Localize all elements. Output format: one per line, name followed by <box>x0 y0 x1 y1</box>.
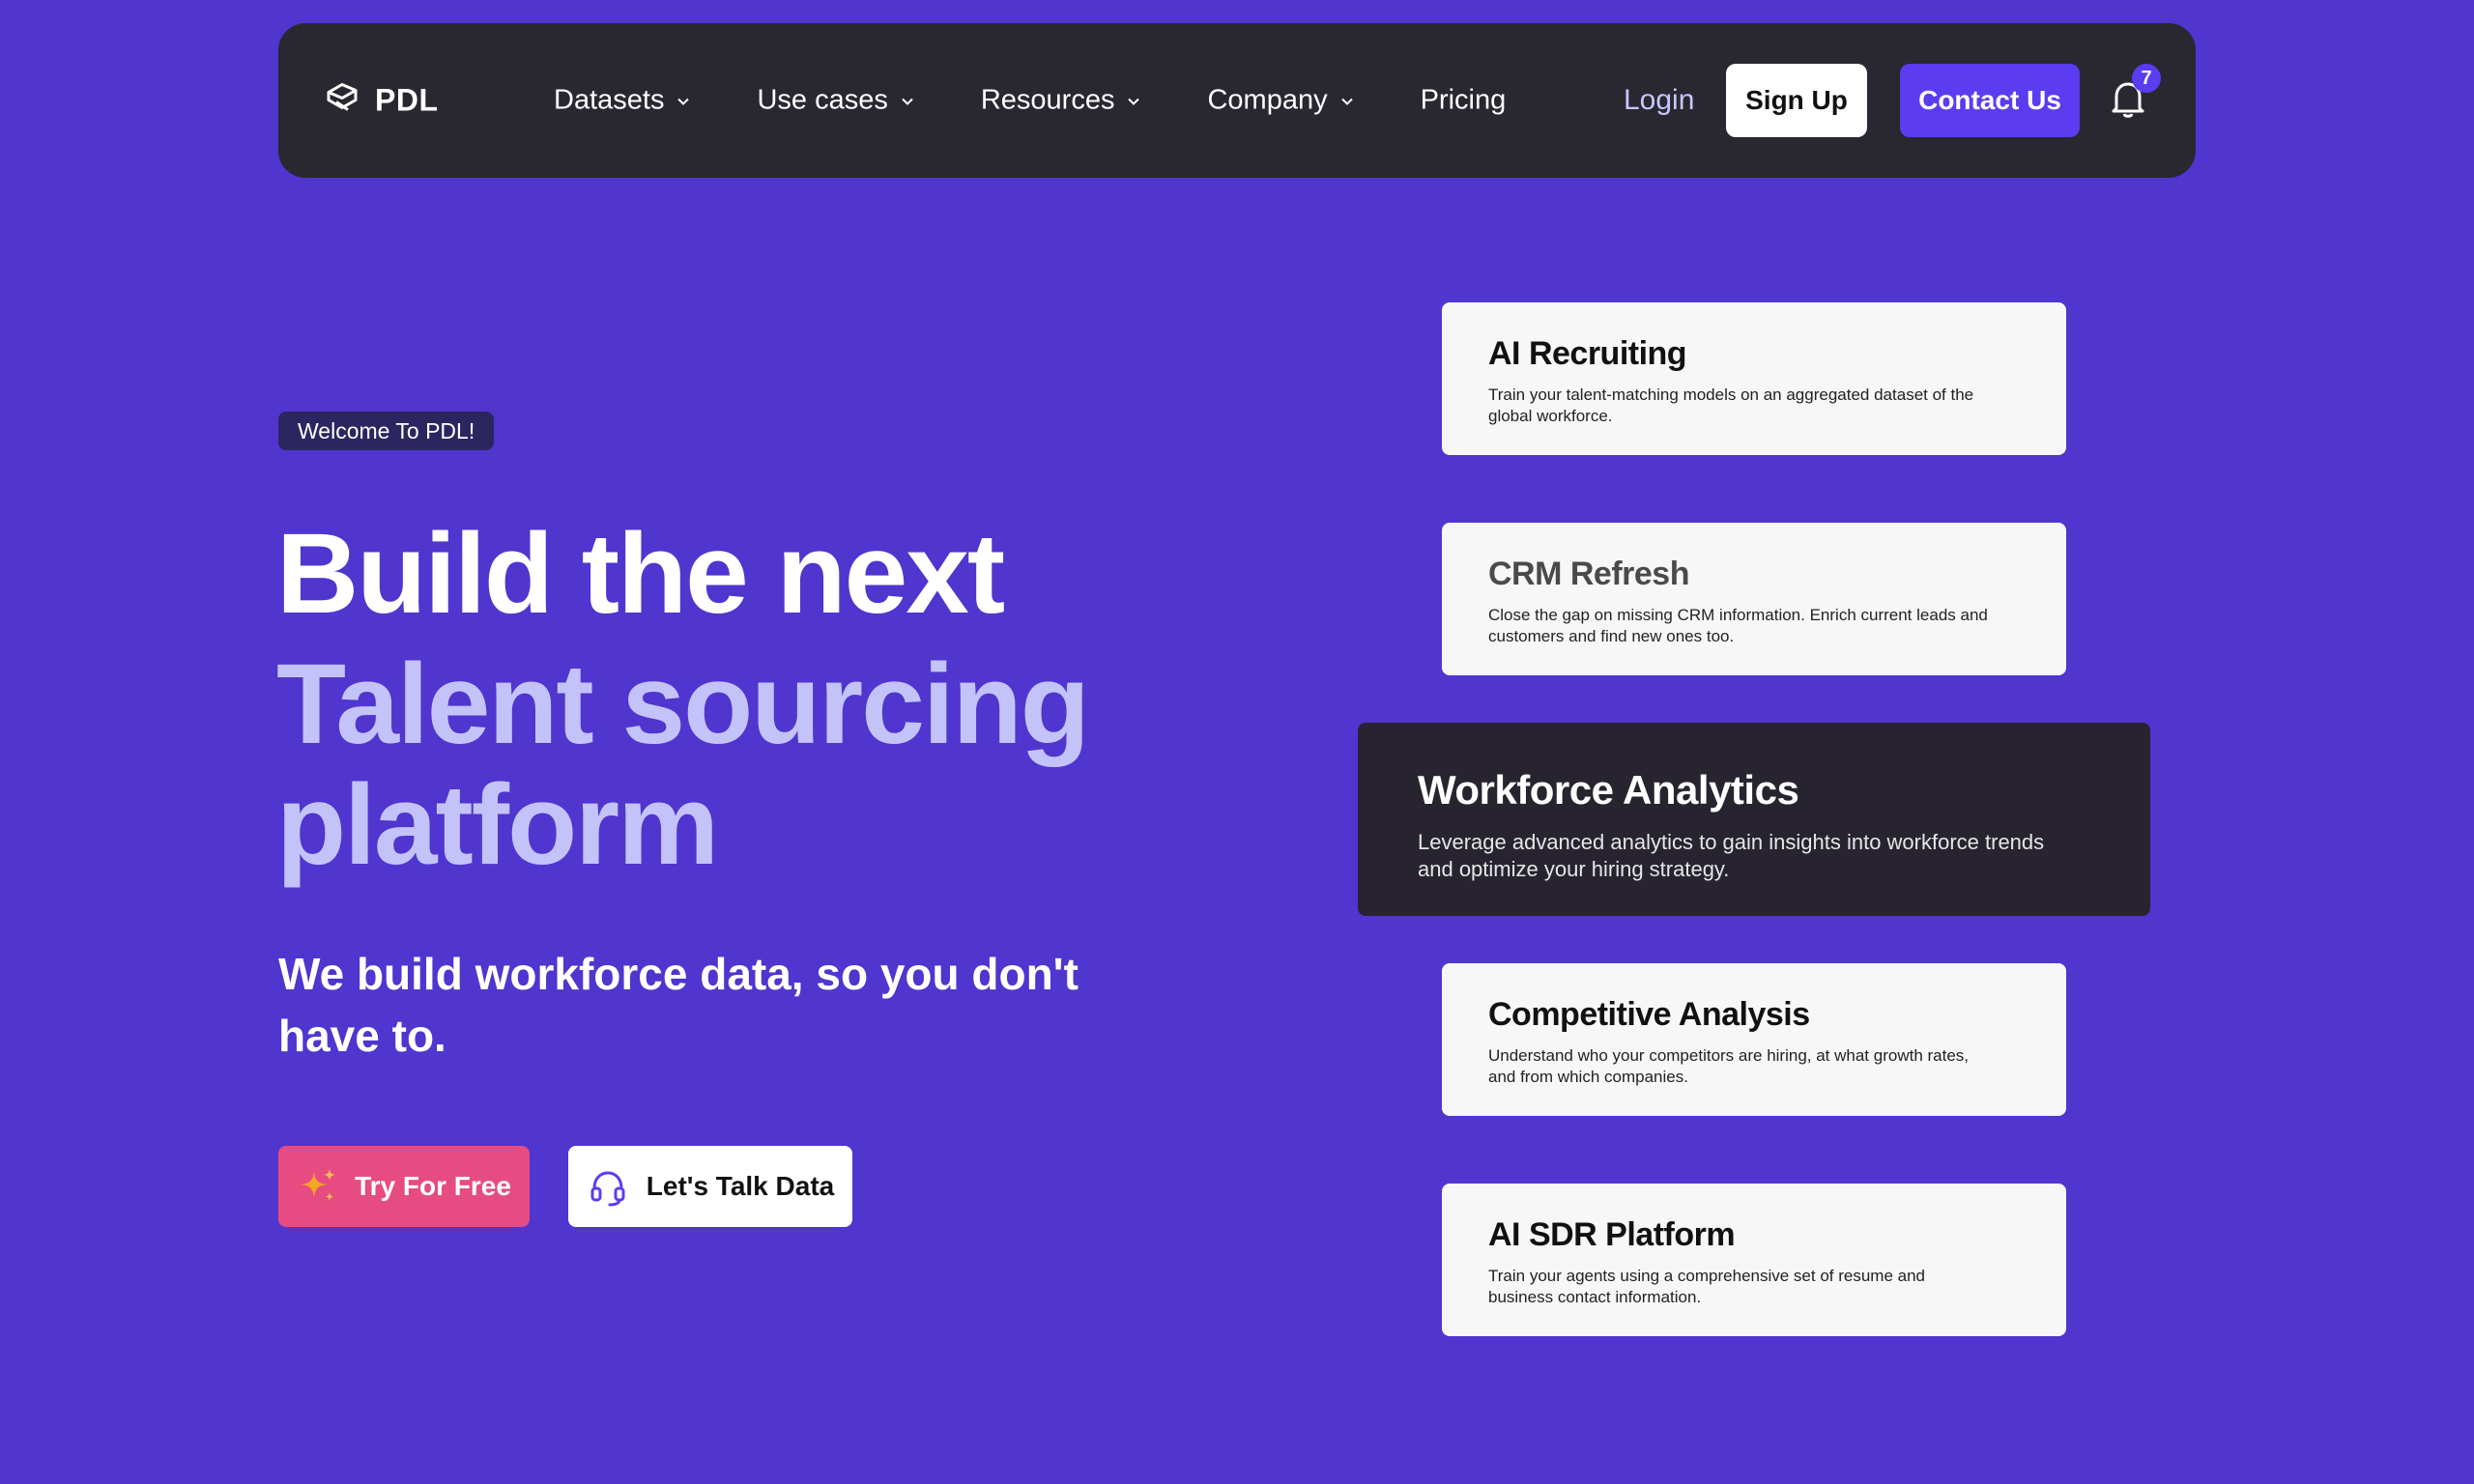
use-case-card-workforce-analytics[interactable]: Workforce Analytics Leverage advanced an… <box>1358 723 2150 916</box>
chevron-down-icon <box>1340 98 1353 105</box>
card-title: Competitive Analysis <box>1488 996 1810 1033</box>
use-case-card-crm-refresh[interactable]: CRM Refresh Close the gap on missing CRM… <box>1442 523 2066 675</box>
chevron-down-icon <box>1128 98 1140 105</box>
sign-up-button[interactable]: Sign Up <box>1726 64 1867 137</box>
navbar: PDL Datasets Use cases Resources Company… <box>278 23 2196 178</box>
headline-line-1: Build the next <box>276 510 1005 638</box>
menu-item-use-cases[interactable]: Use cases <box>757 85 914 117</box>
card-description: Train your talent-matching models on an … <box>1488 385 1974 425</box>
menu-item-label: Pricing <box>1420 84 1507 116</box>
card-title: AI SDR Platform <box>1488 1216 1736 1253</box>
welcome-badge: Welcome To PDL! <box>278 412 495 450</box>
logo[interactable]: PDL <box>323 79 439 123</box>
card-description: Train your agents using a comprehensive … <box>1488 1267 1926 1306</box>
page: PDL Datasets Use cases Resources Company… <box>0 0 2474 1484</box>
lets-talk-data-label: Let's Talk Data <box>646 1171 835 1201</box>
contact-us-button[interactable]: Contact Us <box>1900 64 2080 137</box>
login-link[interactable]: Login <box>1624 84 1694 117</box>
notifications-button[interactable]: 7 <box>2109 64 2163 131</box>
card-title: Workforce Analytics <box>1418 767 1799 813</box>
use-case-card-ai-recruiting[interactable]: AI Recruiting Train your talent-matching… <box>1442 302 2066 455</box>
use-case-card-competitive-analysis[interactable]: Competitive Analysis Understand who your… <box>1442 963 2066 1116</box>
hero-subtitle: We build workforce data, so you don't ha… <box>278 949 1079 1061</box>
card-description: Close the gap on missing CRM information… <box>1488 606 1988 645</box>
use-case-card-ai-sdr-platform[interactable]: AI SDR Platform Train your agents using … <box>1442 1184 2066 1336</box>
menu-item-pricing[interactable]: Pricing <box>1421 85 1507 117</box>
chevron-down-icon <box>902 98 913 105</box>
sparkles-icon <box>301 1169 336 1201</box>
card-title: CRM Refresh <box>1488 556 1689 592</box>
menu-item-company[interactable]: Company <box>1207 85 1354 117</box>
menu-item-resources[interactable]: Resources <box>981 85 1142 117</box>
headline-line-3: platform <box>276 761 719 889</box>
menu-item-label: Datasets <box>554 84 665 116</box>
headset-icon <box>590 1171 625 1207</box>
main-menu: Datasets Use cases Resources Company Pri… <box>554 85 1571 117</box>
headline-line-2: Talent sourcing <box>276 641 1090 768</box>
notification-count-badge: 7 <box>2132 64 2161 93</box>
lets-talk-data-button[interactable]: Let's Talk Data <box>568 1146 852 1227</box>
try-for-free-button[interactable]: Try For Free <box>278 1146 530 1227</box>
card-description: Leverage advanced analytics to gain insi… <box>1418 830 2045 881</box>
menu-item-label: Resources <box>980 84 1115 116</box>
chevron-down-icon <box>677 98 690 105</box>
logo-text: PDL <box>375 82 439 118</box>
menu-item-label: Use cases <box>757 84 888 116</box>
try-for-free-label: Try For Free <box>355 1171 511 1201</box>
card-description: Understand who your competitors are hiri… <box>1488 1046 1970 1086</box>
menu-item-label: Company <box>1207 84 1328 116</box>
pdl-logo-icon <box>323 79 361 123</box>
menu-item-datasets[interactable]: Datasets <box>554 85 691 117</box>
card-title: AI Recruiting <box>1488 335 1687 372</box>
